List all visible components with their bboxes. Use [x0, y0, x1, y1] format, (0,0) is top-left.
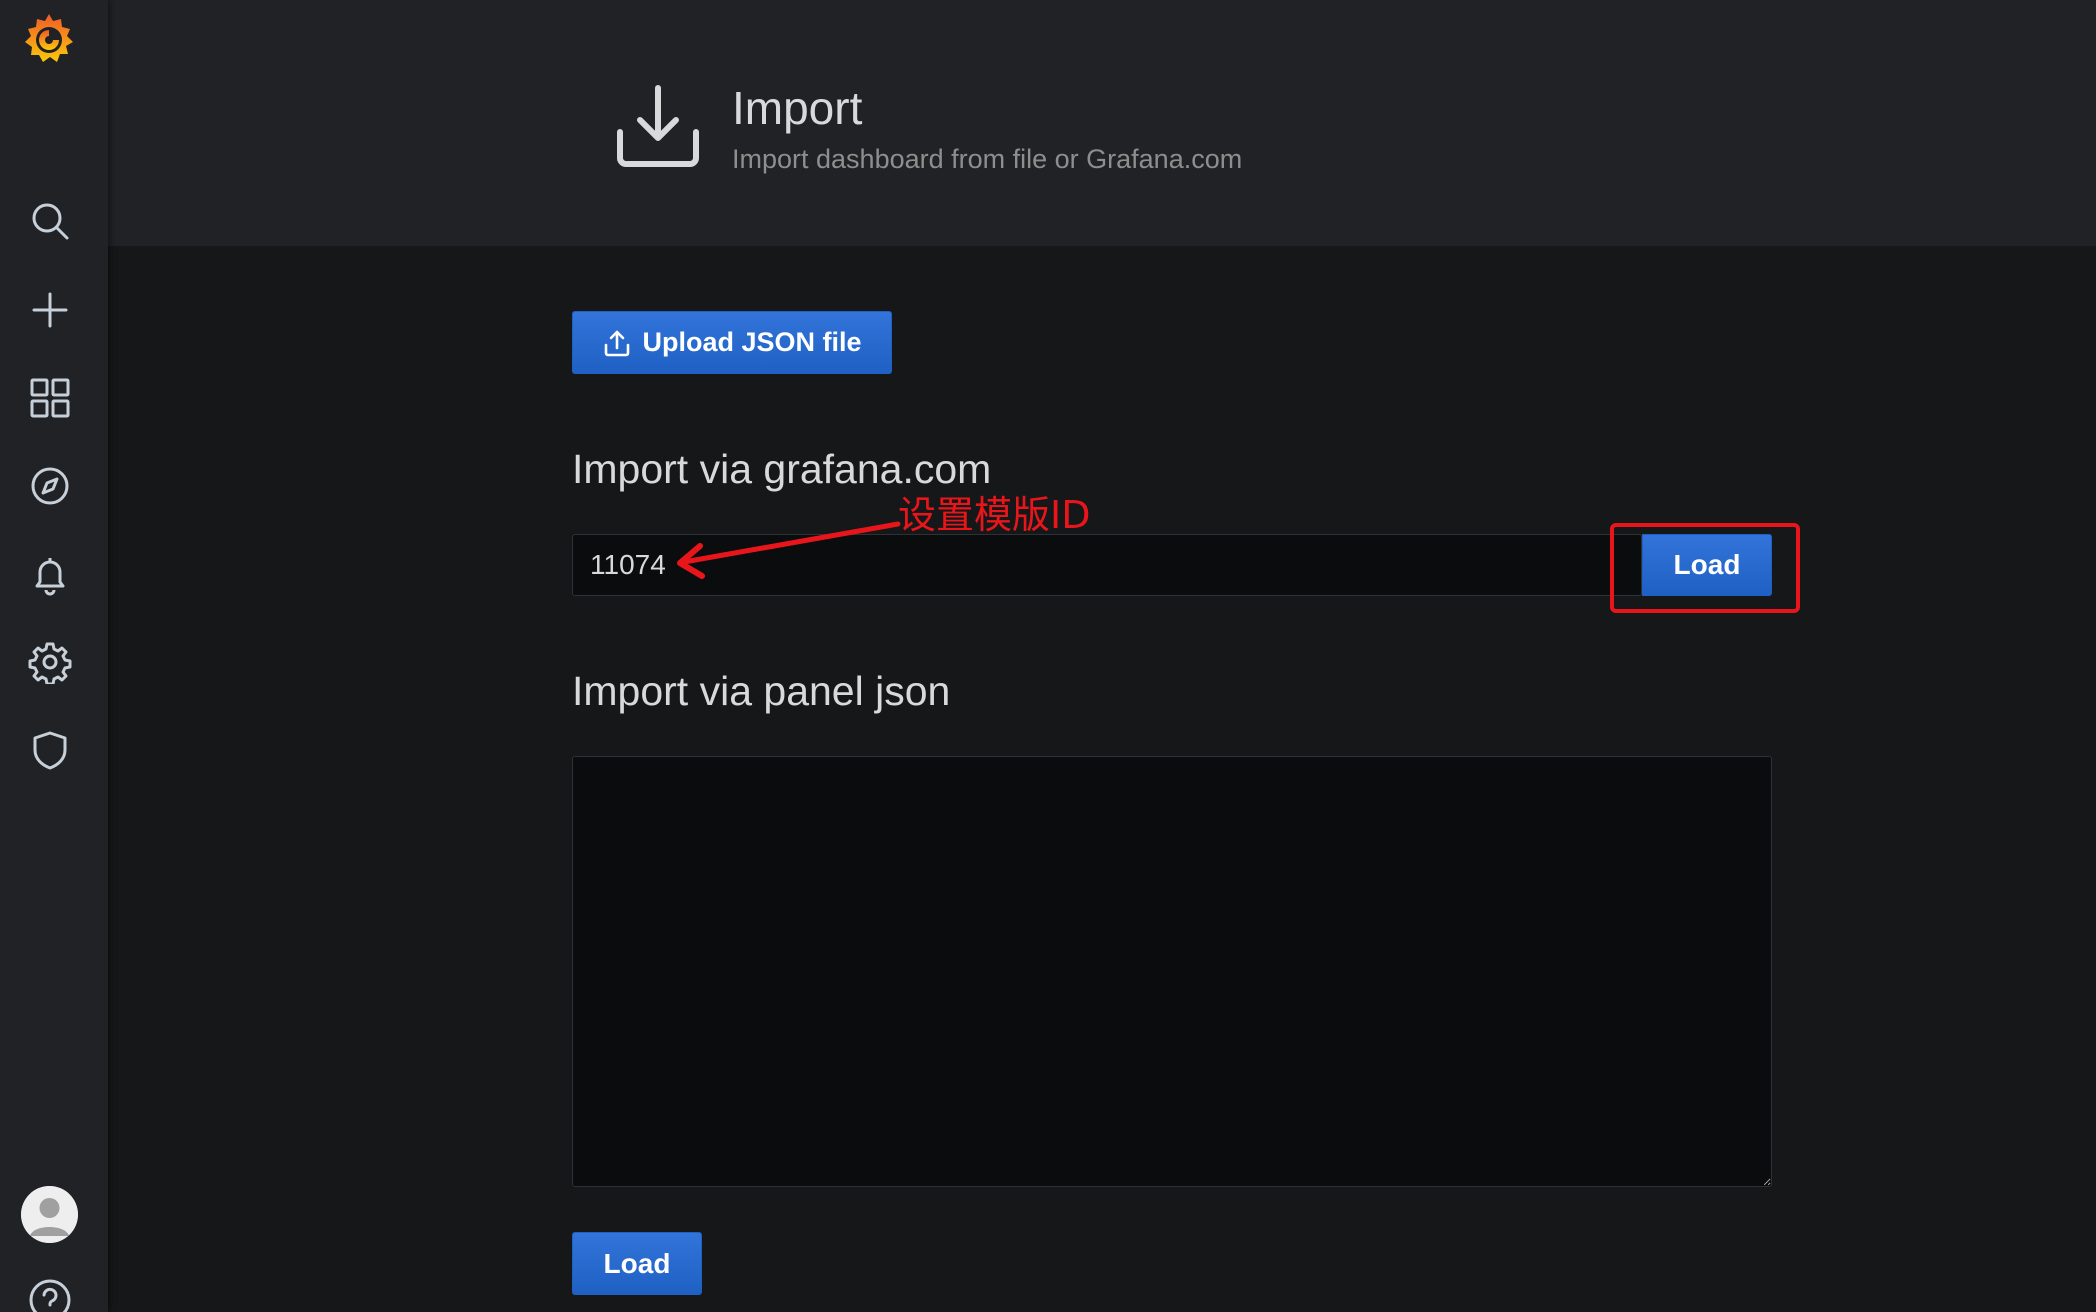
compass-icon[interactable] [25, 461, 75, 511]
grafana-com-load-button[interactable]: Load [1642, 534, 1772, 596]
grafana-com-section-title: Import via grafana.com [572, 446, 992, 492]
shield-icon[interactable] [25, 725, 75, 775]
search-icon[interactable] [25, 196, 75, 246]
page-subtitle: Import dashboard from file or Grafana.co… [732, 144, 1243, 174]
gear-icon[interactable] [25, 637, 75, 687]
panel-json-textarea[interactable] [572, 756, 1772, 1187]
grafana-import-page: Import Import dashboard from file or Gra… [0, 0, 2096, 1312]
page-header: Import Import dashboard from file or Gra… [108, 0, 2096, 246]
upload-json-button[interactable]: Upload JSON file [572, 311, 892, 374]
avatar[interactable] [21, 1186, 78, 1243]
grafana-logo-icon[interactable] [20, 8, 78, 70]
plus-icon[interactable] [25, 285, 75, 335]
main-content: Upload JSON file Import via grafana.com … [0, 246, 2096, 1312]
apps-grid-icon[interactable] [25, 373, 75, 423]
upload-icon [602, 328, 642, 358]
sidebar [0, 0, 108, 1312]
import-download-icon [610, 84, 706, 170]
panel-json-section-title: Import via panel json [572, 668, 951, 714]
page-title: Import [732, 82, 863, 134]
bell-icon[interactable] [25, 549, 75, 599]
question-circle-icon[interactable] [28, 1278, 72, 1312]
grafana-com-id-input[interactable] [572, 534, 1642, 596]
panel-json-load-button[interactable]: Load [572, 1232, 702, 1295]
upload-json-label: Upload JSON file [642, 327, 862, 357]
